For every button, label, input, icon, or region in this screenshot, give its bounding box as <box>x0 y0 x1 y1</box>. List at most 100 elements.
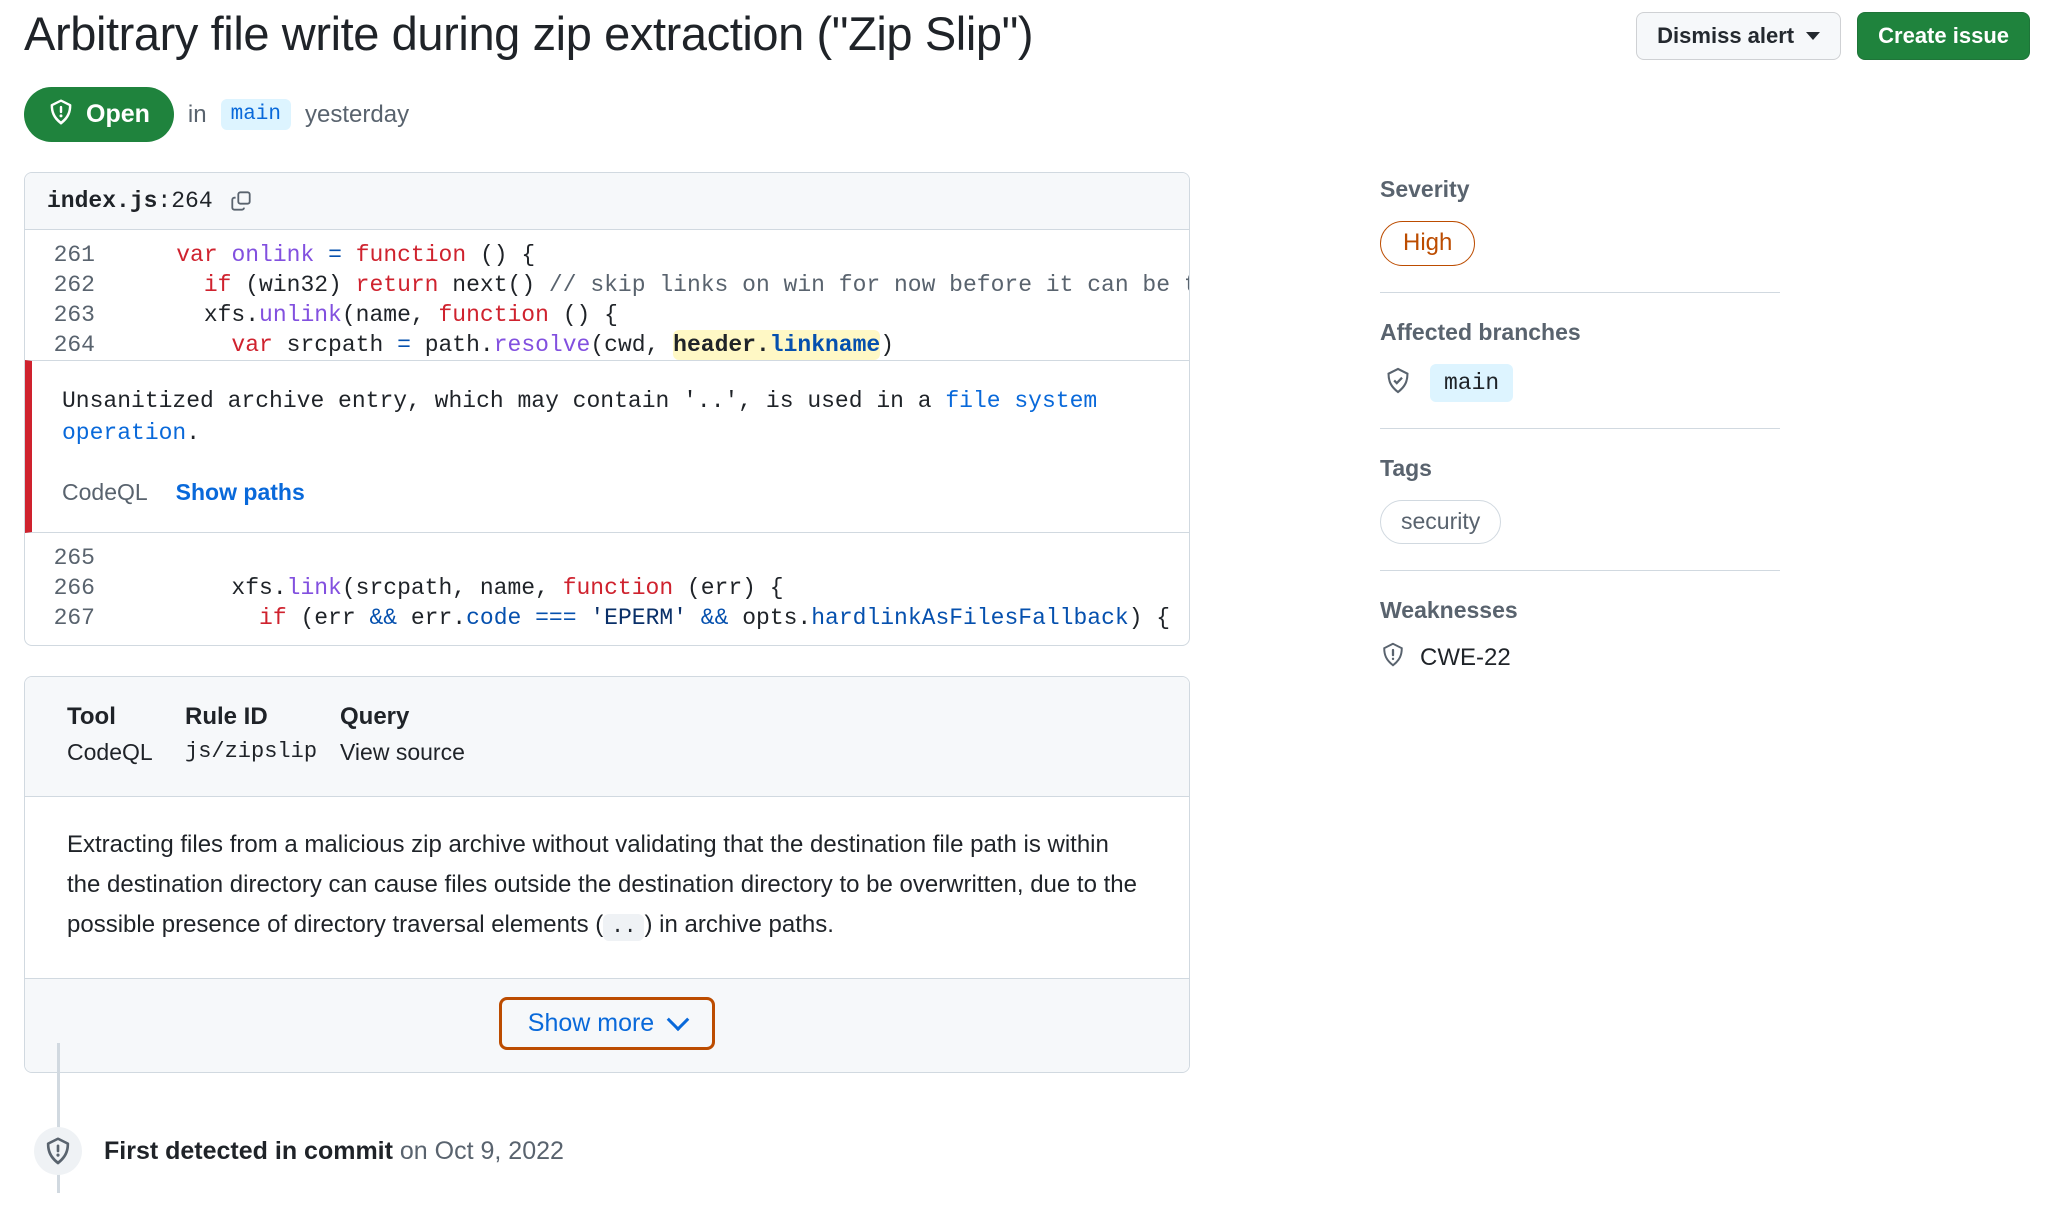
dismiss-alert-label: Dismiss alert <box>1657 23 1795 48</box>
rule-meta-table: Tool CodeQL Rule ID js/zipslip Query Vie… <box>67 703 1147 766</box>
code-line-number: 263 <box>53 302 95 329</box>
alert-message: Unsanitized archive entry, which may con… <box>62 385 1159 449</box>
state-branch-chip[interactable]: main <box>220 99 292 131</box>
affected-branch-tag[interactable]: main <box>1430 364 1514 403</box>
code-line-content: if (err && err.code === 'EPERM' && opts.… <box>259 605 1171 632</box>
dismiss-alert-button[interactable]: Dismiss alert <box>1636 12 1842 60</box>
weakness-label[interactable]: CWE-22 <box>1420 644 1511 672</box>
meta-header-query: Query <box>340 703 410 731</box>
affected-branches-heading: Affected branches <box>1380 319 1581 346</box>
timeline-item-first-detected: First detected in commit on Oct 9, 2022 <box>24 1073 1190 1176</box>
code-line-number: 264 <box>53 332 95 359</box>
rule-description-code: .. <box>603 914 645 942</box>
affected-branch-row: main <box>1380 364 1780 403</box>
code-file-line: :264 <box>157 188 213 215</box>
rule-detail-box: Tool CodeQL Rule ID js/zipslip Query Vie… <box>24 676 1190 1074</box>
meta-col-query: Query View source <box>340 703 540 766</box>
main-column: index.js:264 261 var onlink = function (… <box>24 172 1190 1194</box>
tags-heading: Tags <box>1380 455 1432 482</box>
code-line: 265 <box>25 533 1189 573</box>
show-more-button[interactable]: Show more <box>498 997 716 1051</box>
state-in-label: in <box>187 100 207 128</box>
meta-value-query[interactable]: View source <box>340 739 540 766</box>
meta-header-rule-id: Rule ID <box>185 703 268 731</box>
timeline-event-date: on Oct 9, 2022 <box>392 1136 564 1165</box>
sidebar-divider <box>1380 569 1780 571</box>
status-badge-label: Open <box>86 100 150 129</box>
code-line: 261 var onlink = function () { <box>25 230 1189 270</box>
sidebar-divider <box>1380 292 1780 294</box>
code-line-content: if (win32) return next() // skip links o… <box>203 272 1189 299</box>
code-line-number: 265 <box>53 545 95 572</box>
page-title: Arbitrary file write during zip extracti… <box>24 7 1034 60</box>
timeline-event-title[interactable]: First detected in commit <box>104 1137 393 1165</box>
shield-check-icon <box>1384 367 1412 400</box>
sidebar-section-branches: Affected branches main <box>1380 319 1780 428</box>
page-body: index.js:264 261 var onlink = function (… <box>24 172 2030 1194</box>
state-timestamp: yesterday <box>305 100 410 128</box>
status-badge: Open <box>24 87 174 143</box>
chevron-down-icon <box>666 1008 690 1032</box>
code-line-content: var onlink = function () { <box>176 242 536 269</box>
meta-value-tool: CodeQL <box>67 739 153 766</box>
alert-page: Arbitrary file write during zip extracti… <box>0 0 2054 1222</box>
alert-message-post: . <box>186 420 201 447</box>
shield-alert-icon <box>48 99 74 130</box>
code-line-content: xfs.link(srcpath, name, function (err) { <box>121 575 784 602</box>
weaknesses-heading: Weaknesses <box>1380 596 1518 623</box>
meta-header-tool: Tool <box>67 703 116 731</box>
code-line-number: 261 <box>53 242 95 269</box>
sidebar-divider <box>1380 428 1780 430</box>
code-line-number: 266 <box>53 575 95 602</box>
code-line: 267 if (err && err.code === 'EPERM' && o… <box>25 603 1189 633</box>
meta-value-rule-id: js/zipslip <box>185 739 318 765</box>
weakness-row: CWE-22 <box>1380 642 1780 675</box>
code-line: 266 xfs.link(srcpath, name, function (er… <box>25 573 1189 603</box>
code-line-content: xfs.unlink(name, function () { <box>121 302 618 329</box>
code-line-content <box>121 543 135 573</box>
sidebar-section-weaknesses: Weaknesses CWE-22 <box>1380 597 1780 701</box>
header-actions: Dismiss alert Create issue <box>1636 6 2030 60</box>
copy-icon[interactable] <box>229 189 253 213</box>
severity-heading: Severity <box>1380 176 1470 203</box>
sidebar-section-tags: Tags security <box>1380 455 1780 570</box>
meta-col-rule-id: Rule ID js/zipslip <box>185 703 340 766</box>
code-file-name: index.js <box>47 188 158 215</box>
sidebar: Severity High Affected branches main Tag… <box>1380 172 1780 1175</box>
sidebar-section-severity: Severity High <box>1380 176 1780 292</box>
alert-message-strip: Unsanitized archive entry, which may con… <box>25 360 1189 534</box>
create-issue-button[interactable]: Create issue <box>1857 12 2030 60</box>
code-line: 262 if (win32) return next() // skip lin… <box>25 270 1189 300</box>
rule-description: Extracting files from a malicious zip ar… <box>25 797 1189 979</box>
chevron-down-icon <box>1806 32 1821 40</box>
shield-alert-icon <box>34 1127 82 1176</box>
code-file-header: index.js:264 <box>25 173 1189 231</box>
code-line-number: 262 <box>53 272 95 299</box>
code-line-content: var srcpath = path.resolve(cwd, header.l… <box>231 330 895 361</box>
alert-subrow: CodeQL Show paths <box>62 479 1159 506</box>
show-paths-link[interactable]: Show paths <box>176 479 305 506</box>
alert-message-pre: Unsanitized archive entry, which may con… <box>62 388 946 415</box>
rule-description-footer: Show more <box>25 978 1189 1073</box>
alert-state-row: Open in main yesterday <box>24 87 2030 143</box>
rule-description-part1: Extracting files from a malicious zip ar… <box>67 831 1137 939</box>
timeline-event-text: First detected in commit on Oct 9, 2022 <box>104 1137 564 1166</box>
code-lines-after: 265 266 xfs.link(srcpath, name, function… <box>25 533 1189 645</box>
rule-meta-header: Tool CodeQL Rule ID js/zipslip Query Vie… <box>25 677 1189 798</box>
rule-description-part2: ) in archive paths. <box>644 911 834 939</box>
code-line-number: 267 <box>53 605 95 632</box>
code-line: 264 var srcpath = path.resolve(cwd, head… <box>25 330 1189 361</box>
shield-alert-icon <box>1380 642 1406 675</box>
code-line: 263 xfs.unlink(name, function () { <box>25 300 1189 330</box>
show-more-label: Show more <box>527 1009 655 1038</box>
meta-col-tool: Tool CodeQL <box>67 703 185 766</box>
code-snippet-box: index.js:264 261 var onlink = function (… <box>24 172 1190 647</box>
alert-tool-name: CodeQL <box>62 479 148 506</box>
create-issue-label: Create issue <box>1878 23 2009 48</box>
tag-badge-security: security <box>1380 500 1502 544</box>
page-header: Arbitrary file write during zip extracti… <box>24 0 2030 61</box>
alert-timeline: First detected in commit on Oct 9, 2022 <box>24 1043 1190 1194</box>
code-file-path[interactable]: index.js:264 <box>47 188 213 214</box>
code-lines-before: 261 var onlink = function () {262 if (wi… <box>25 230 1189 361</box>
severity-badge: High <box>1380 221 1476 267</box>
